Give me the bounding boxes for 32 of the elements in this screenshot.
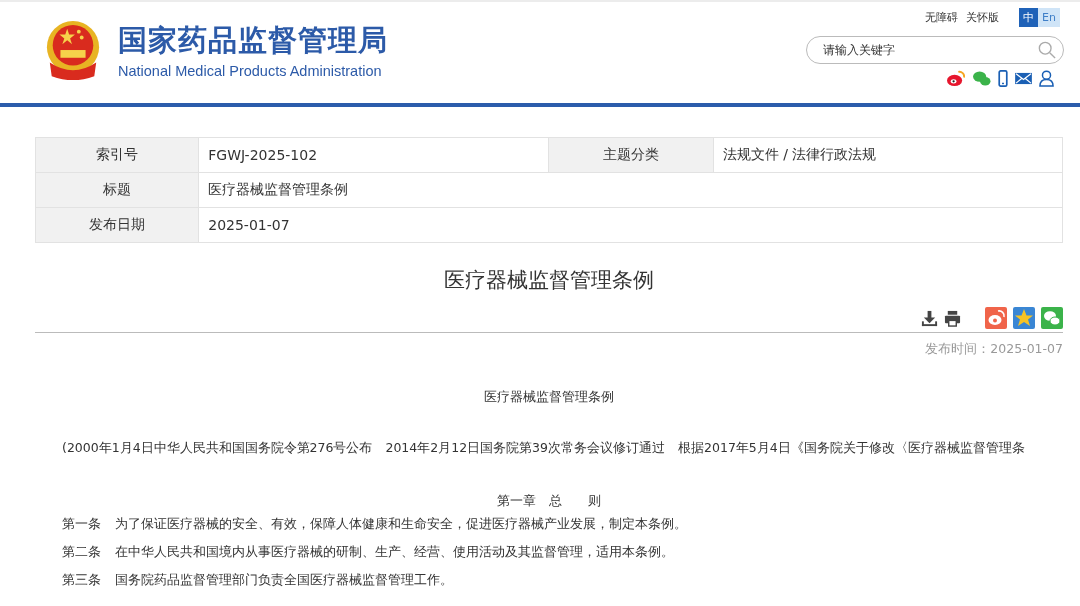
site-title: 国家药品监督管理局	[118, 22, 388, 57]
mail-icon[interactable]	[1015, 72, 1032, 85]
article-title: 医疗器械监督管理条例	[443, 267, 655, 294]
article-number: 第一条	[62, 515, 101, 533]
article-text: 在中华人民共和国境内从事医疗器械的研制、生产、经营、使用活动及其监督管理，适用本条例。	[115, 543, 674, 561]
field-label: 索引号	[35, 137, 199, 173]
star-share-icon[interactable]	[1013, 307, 1035, 329]
field-value: FGWJ-2025-102	[198, 137, 549, 173]
search-field[interactable]: 请输入关键字	[806, 36, 1064, 64]
field-label: 主题分类	[548, 137, 714, 173]
publish-time: 发布时间：2025-01-07	[924, 341, 1063, 358]
field-label: 发布日期	[35, 207, 199, 243]
article-text: 为了保证医疗器械的安全、有效，保障人体健康和生命安全，促进医疗器械产业发展，制定本条例。	[115, 515, 687, 533]
language-tab[interactable]: 中	[1019, 8, 1039, 27]
top-link[interactable]: 无障碍	[925, 10, 959, 25]
chapter-heading: 第一章 总 则	[496, 492, 602, 510]
site-subtitle: National Medical Products Administration	[118, 62, 383, 79]
emblem-icon	[44, 19, 102, 82]
article-number: 第三条	[62, 571, 101, 589]
field-value: 法规文件 / 法律行政法规	[713, 137, 1063, 173]
preamble-text: (2000年1月4日中华人民共和国国务院令第276号公布 2014年2月12日国务院第39次常务会议修订通过 根据2017年5月4日《国务院关于修改〈医疗器械监督管理条	[62, 440, 1026, 457]
document-title: 医疗器械监督管理条例	[483, 388, 615, 406]
top-link[interactable]: 关怀版	[966, 10, 1000, 25]
field-label: 标题	[35, 172, 199, 208]
article-text: 国务院药品监督管理部门负责全国医疗器械监督管理工作。	[115, 571, 453, 589]
article-number: 第二条	[62, 543, 101, 561]
field-value: 2025-01-07	[198, 207, 1063, 243]
print-icon[interactable]	[944, 309, 961, 327]
mobile-phone-icon[interactable]	[998, 70, 1008, 87]
download-icon[interactable]	[921, 309, 938, 327]
user-icon[interactable]	[1039, 70, 1054, 87]
field-value: 医疗器械监督管理条例	[198, 172, 1063, 208]
